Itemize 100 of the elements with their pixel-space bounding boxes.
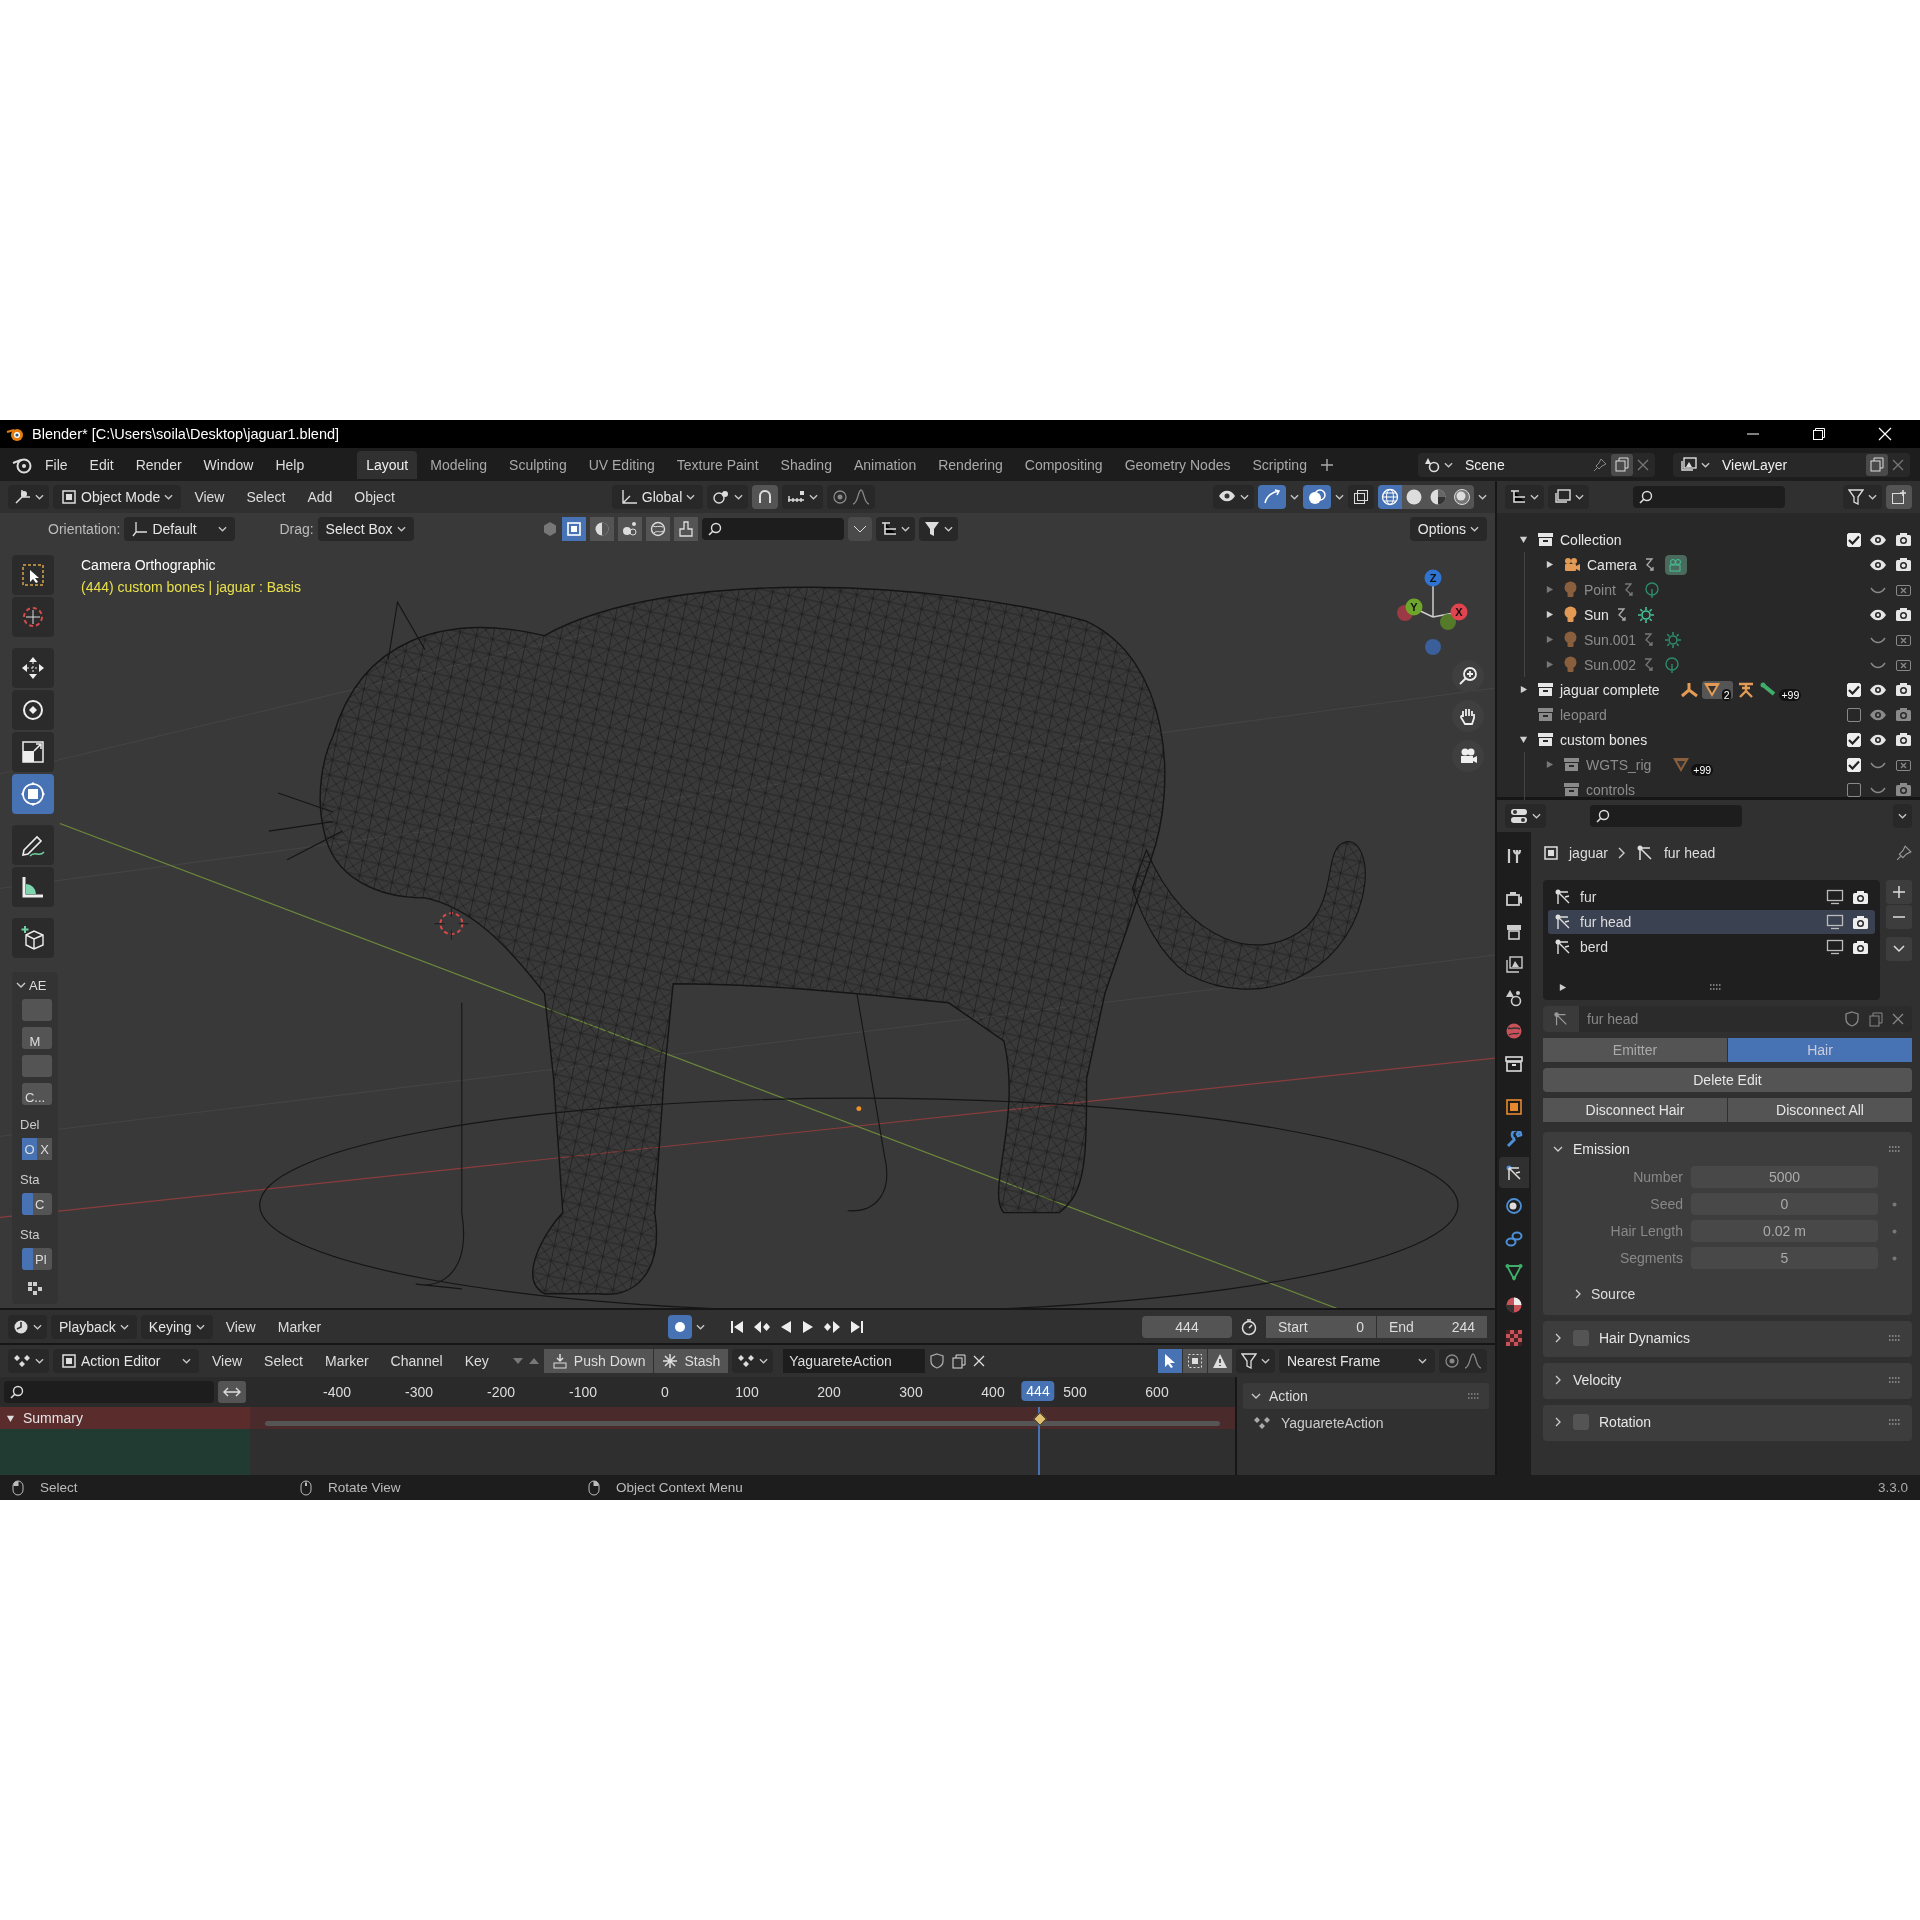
end-frame-field[interactable]: End 244 [1377, 1315, 1487, 1338]
menu-item[interactable]: View [203, 1353, 252, 1369]
panel-title: Velocity [1573, 1372, 1622, 1388]
frame-tick-label: 100 [735, 1384, 759, 1400]
frame-tick-label: -400 [323, 1384, 351, 1400]
menu-item[interactable]: Select [255, 1353, 312, 1369]
particle-system-item[interactable]: berd [1548, 935, 1875, 959]
field-label: Segments [1618, 1250, 1683, 1266]
frame-tick-label: -300 [405, 1384, 433, 1400]
menu-item[interactable]: Key [455, 1353, 498, 1369]
frame-tick-label: 0 [661, 1384, 669, 1400]
workspace-tab[interactable]: Texture Paint [667, 450, 768, 479]
field-label: Number [1632, 1169, 1683, 1185]
workspace-tab[interactable]: Modeling [421, 450, 497, 479]
settings-panel[interactable]: Rotation [1543, 1405, 1912, 1441]
disconnect-button[interactable]: Disconnect Hair [1543, 1098, 1727, 1122]
settings-panel[interactable]: Hair Dynamics [1543, 1321, 1912, 1357]
menu-item[interactable]: File [36, 456, 77, 473]
axis-label: X [1455, 606, 1463, 618]
number-field[interactable]: 0 [1691, 1193, 1878, 1215]
breadcrumb-item: jaguar [1569, 845, 1608, 861]
particle-system-item[interactable]: fur head [1548, 910, 1875, 934]
menu-item[interactable]: View [185, 489, 234, 505]
menu-item[interactable]: Marker [268, 1318, 331, 1335]
switch-button[interactable]: C [22, 1193, 52, 1215]
menu-item[interactable]: Channel [381, 1353, 452, 1369]
orientation-dropdown[interactable]: Global [611, 485, 704, 509]
menu-item[interactable]: Select [237, 489, 295, 505]
menu-item[interactable]: View [216, 1318, 265, 1335]
menu-item[interactable]: Window [194, 456, 263, 473]
action-name-field[interactable]: YaguareteAction [783, 1349, 926, 1373]
view-name-text: Camera Orthographic [81, 557, 217, 573]
orientation-label: Orientation: [48, 521, 121, 537]
workspace-tab[interactable]: Layout [357, 450, 418, 479]
frame-tick-label: -100 [569, 1384, 597, 1400]
axis-label: Y [1410, 601, 1418, 613]
panel-button[interactable]: C... [22, 1083, 52, 1105]
workspace-tab[interactable]: Geometry Nodes [1115, 450, 1240, 479]
panel-title: Action [1269, 1388, 1308, 1404]
outliner-item-label[interactable]: custom bones [1560, 731, 1648, 748]
workspace-tab[interactable]: Shading [771, 450, 841, 479]
number-field[interactable]: 5000 [1691, 1166, 1878, 1188]
disconnect-button[interactable]: Disconnect All [1728, 1098, 1912, 1122]
status-hint: Object Context Menu [616, 1480, 743, 1495]
view-layer-name: ViewLayer [1721, 456, 1788, 473]
outliner-item-label[interactable]: Sun [1584, 606, 1609, 623]
workspace-tab[interactable]: UV Editing [579, 450, 664, 479]
menu-item[interactable]: Object [345, 489, 404, 505]
panel-title: Hair Dynamics [1599, 1330, 1690, 1346]
particle-settings-field[interactable]: fur head [1543, 1006, 1912, 1032]
menu-item[interactable]: Add [298, 489, 342, 505]
workspace-tab[interactable]: Rendering [929, 450, 1012, 479]
outliner-item-label[interactable]: Camera [1587, 556, 1637, 573]
scene-name: Scene [1464, 456, 1505, 473]
summary-channel[interactable]: Summary [0, 1407, 250, 1429]
workspace-tab[interactable]: Sculpting [500, 450, 576, 479]
workspace-tab[interactable]: Animation [844, 450, 926, 479]
panel-header[interactable]: Action [1243, 1383, 1489, 1409]
settings-panel[interactable]: Velocity [1543, 1363, 1912, 1399]
number-field[interactable]: 0.02 m [1691, 1220, 1878, 1242]
drag-dropdown[interactable]: Select Box [317, 517, 414, 541]
toggle-option[interactable]: X [37, 1138, 52, 1160]
push-down-button[interactable]: Push Down [543, 1349, 654, 1373]
menu-item[interactable]: Help [266, 456, 314, 473]
current-frame-field[interactable]: 444 [1142, 1315, 1232, 1338]
frame-tick-label: 400 [981, 1384, 1005, 1400]
start-frame-field[interactable]: Start 0 [1266, 1315, 1376, 1338]
dropdown-menu[interactable]: Playback [51, 1314, 137, 1339]
view-layer-selector[interactable]: ViewLayer [1673, 452, 1910, 477]
panel-button[interactable]: M [22, 1027, 52, 1049]
menu-item[interactable]: Marker [316, 1353, 378, 1369]
delete-edit-button[interactable]: Delete Edit [1543, 1068, 1912, 1092]
frame-tick-label: 300 [899, 1384, 923, 1400]
workspace-tab[interactable]: Scripting [1243, 450, 1316, 479]
outliner-item-label[interactable]: jaguar complete [1560, 681, 1660, 698]
workspace-tab[interactable]: Compositing [1015, 450, 1112, 479]
toggle-option[interactable]: O [22, 1138, 37, 1160]
frame-tick-label: 200 [817, 1384, 841, 1400]
options-dropdown[interactable]: Options [1409, 517, 1487, 541]
dropdown-menu[interactable]: Keying [140, 1314, 213, 1339]
orientation-dropdown[interactable]: Default [124, 517, 236, 541]
object-info-text: (444) custom bones | jaguar : Basis [81, 579, 301, 595]
mode-dropdown[interactable]: Action Editor [53, 1349, 199, 1373]
action-name: YaguareteAction [1281, 1415, 1384, 1431]
menu-item[interactable]: Edit [80, 456, 123, 473]
outliner-item-label[interactable]: Collection [1560, 531, 1622, 548]
count-badge: 2 [1721, 688, 1732, 701]
stash-button[interactable]: Stash [654, 1349, 729, 1373]
frame-tick-label: 500 [1063, 1384, 1087, 1400]
playhead-marker[interactable]: 444 [1021, 1381, 1055, 1401]
switch-button[interactable]: Pl [22, 1248, 52, 1270]
subpanel-title: Source [1591, 1286, 1636, 1302]
panel-label: Sta [20, 1172, 41, 1187]
scene-selector[interactable]: Scene [1418, 452, 1655, 477]
particle-system-item[interactable]: fur [1548, 885, 1875, 909]
panel-label: Del [20, 1117, 41, 1132]
menu-item[interactable]: Render [126, 456, 191, 473]
number-field[interactable]: 5 [1691, 1247, 1878, 1269]
mode-dropdown[interactable]: Object Mode [53, 485, 182, 509]
snapping-dropdown[interactable]: Nearest Frame [1279, 1349, 1435, 1373]
